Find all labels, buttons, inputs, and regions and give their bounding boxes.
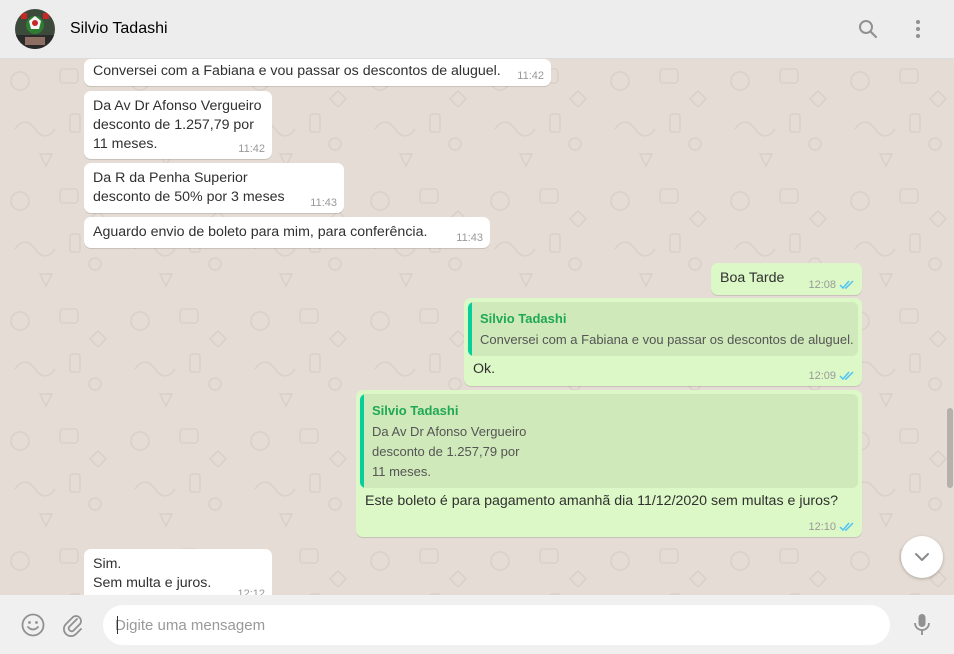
chat-header: Silvio Tadashi [0, 0, 954, 59]
message-incoming[interactable]: Sim. Sem multa e juros. 12:12 [84, 549, 272, 595]
message-text: Este boleto é para pagamento amanhã dia … [365, 493, 838, 509]
quoted-message[interactable]: Silvio Tadashi Da Av Dr Afonso Vergueiro… [360, 394, 858, 488]
message-text: Conversei com a Fabiana e vou passar os … [93, 63, 501, 79]
read-ticks-icon [839, 522, 854, 532]
quoted-text: Da Av Dr Afonso Vergueiro desconto de 1.… [372, 424, 527, 479]
contact-name[interactable]: Silvio Tadashi [70, 20, 168, 38]
message-time: 11:42 [517, 70, 544, 82]
message-list[interactable]: Conversei com a Fabiana e vou passar os … [0, 59, 954, 595]
message-time: 12:10 [808, 521, 836, 533]
message-input-box[interactable] [103, 605, 890, 645]
message-outgoing[interactable]: Boa Tarde 12:08 [711, 263, 862, 295]
avatar[interactable] [15, 9, 55, 49]
quoted-text: Conversei com a Fabiana e vou passar os … [480, 332, 854, 347]
message-time: 12:12 [237, 588, 265, 595]
message-text: Da Av Dr Afonso Vergueiro desconto de 1.… [93, 98, 262, 152]
message-incoming[interactable]: Da R da Penha Superior desconto de 50% p… [84, 163, 344, 213]
message-incoming[interactable]: Aguardo envio de boleto para mim, para c… [84, 217, 490, 248]
quoted-sender: Silvio Tadashi [372, 403, 459, 418]
message-incoming[interactable]: Da Av Dr Afonso Vergueiro desconto de 1.… [84, 91, 272, 159]
attach-icon[interactable] [60, 612, 86, 638]
message-outgoing-reply[interactable]: Silvio Tadashi Da Av Dr Afonso Vergueiro… [356, 390, 862, 537]
quoted-message[interactable]: Silvio Tadashi Conversei com a Fabiana e… [468, 302, 858, 356]
message-text: Ok. [473, 361, 496, 377]
search-icon[interactable] [856, 17, 880, 41]
quote-accent-bar [360, 394, 364, 488]
message-text: Boa Tarde [720, 270, 785, 286]
quoted-sender: Silvio Tadashi [480, 311, 567, 326]
message-outgoing-reply[interactable]: Silvio Tadashi Conversei com a Fabiana e… [464, 298, 862, 386]
read-ticks-icon [839, 280, 854, 290]
microphone-icon[interactable] [909, 611, 935, 637]
scroll-to-bottom-button[interactable] [901, 536, 943, 578]
message-text: Aguardo envio de boleto para mim, para c… [93, 224, 428, 240]
message-time: 12:09 [808, 370, 836, 382]
read-ticks-icon [839, 371, 854, 381]
message-input[interactable] [115, 605, 875, 645]
message-time: 12:08 [808, 279, 836, 291]
composer-bar [0, 595, 954, 654]
message-text: Da R da Penha Superior desconto de 50% p… [93, 170, 285, 205]
message-time: 11:42 [238, 143, 265, 155]
emoji-icon[interactable] [20, 612, 46, 638]
message-time: 11:43 [310, 197, 337, 209]
message-incoming[interactable]: Conversei com a Fabiana e vou passar os … [84, 59, 551, 86]
quote-accent-bar [468, 302, 472, 356]
chevron-down-icon [915, 553, 929, 561]
chat-scrollbar[interactable] [947, 408, 953, 488]
text-caret [117, 616, 118, 634]
menu-icon[interactable] [906, 17, 930, 41]
message-time: 11:43 [456, 232, 483, 244]
message-text: Sim. Sem multa e juros. [93, 556, 212, 591]
